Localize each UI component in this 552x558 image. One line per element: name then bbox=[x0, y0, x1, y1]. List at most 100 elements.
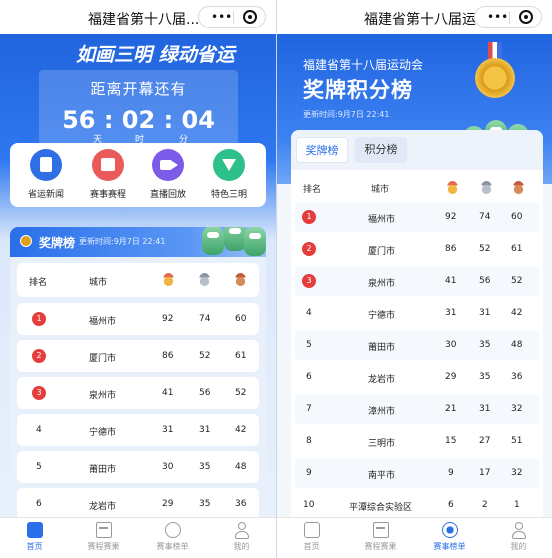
tab-home[interactable]: 首页 bbox=[277, 522, 346, 552]
city-name: 龙岩市 bbox=[89, 502, 117, 512]
tab-label: 我的 bbox=[233, 542, 250, 551]
mascot-image bbox=[202, 227, 224, 255]
gold-count: 86 bbox=[445, 244, 457, 254]
city-name: 宁德市 bbox=[368, 311, 396, 321]
medal-icon bbox=[164, 522, 181, 538]
update-time: 更新时间:9月7日 22:41 bbox=[303, 110, 390, 119]
tab-label: 我的 bbox=[510, 542, 527, 551]
tab-schedule[interactable]: 赛程赛果 bbox=[346, 522, 415, 552]
ranking-tabs: 奖牌榜 积分榜 bbox=[291, 130, 543, 170]
city-name: 福州市 bbox=[368, 215, 396, 225]
bronze-count: 42 bbox=[511, 308, 523, 318]
city-name: 南平市 bbox=[368, 471, 396, 481]
bronze-count: 48 bbox=[511, 340, 523, 350]
table-row[interactable]: 4 宁德市 31 31 42 bbox=[295, 298, 539, 328]
gold-count: 15 bbox=[445, 436, 457, 446]
col-city: 城市 bbox=[89, 278, 108, 288]
gem-icon bbox=[213, 149, 245, 181]
tab-schedule[interactable]: 赛程赛果 bbox=[69, 522, 138, 552]
table-row[interactable]: 9 南平市 9 17 32 bbox=[295, 458, 539, 488]
tab-home[interactable]: 首页 bbox=[0, 522, 69, 552]
shortcut-schedule[interactable]: 赛事赛程 bbox=[78, 149, 138, 200]
tab-points-table[interactable]: 积分榜 bbox=[355, 137, 407, 163]
table-row[interactable]: 6 龙岩市 29 35 36 bbox=[17, 488, 259, 520]
silver-count: 27 bbox=[479, 436, 491, 446]
shortcut-sanming[interactable]: 特色三明 bbox=[199, 149, 259, 200]
table-row[interactable]: 5 莆田市 30 35 48 bbox=[295, 330, 539, 360]
shortcut-label: 直播回放 bbox=[149, 190, 186, 200]
rank-badge: 3 bbox=[32, 386, 46, 400]
mascot-image bbox=[224, 227, 246, 251]
tab-rankings[interactable]: 赛事榜单 bbox=[138, 522, 207, 552]
tab-label: 赛事榜单 bbox=[433, 542, 466, 551]
silver-count: 31 bbox=[479, 308, 491, 318]
bronze-count: 32 bbox=[511, 404, 523, 414]
home-screen: 福建省第十八届... ••• 如画三明 绿动省运 距离开幕还有 56 : 02 … bbox=[0, 0, 276, 558]
table-row[interactable]: 1 福州市 92 74 60 bbox=[17, 303, 259, 335]
gold-count: 21 bbox=[445, 404, 457, 414]
ranking-card: 奖牌榜 积分榜 排名 城市 1 福州市 92 74 60 2 厦门市 86 52 61 3 泉州市 41… bbox=[291, 130, 543, 520]
table-row[interactable]: 4 宁德市 31 31 42 bbox=[17, 414, 259, 446]
rank-number: 4 bbox=[36, 425, 42, 435]
tab-rankings[interactable]: 赛事榜单 bbox=[415, 522, 484, 552]
city-name: 漳州市 bbox=[368, 407, 396, 417]
banner-subtitle: 福建省第十八届运动会 bbox=[303, 58, 424, 72]
rank-badge: 2 bbox=[302, 242, 316, 256]
gold-count: 30 bbox=[445, 340, 457, 350]
tab-medal-table[interactable]: 奖牌榜 bbox=[296, 137, 348, 163]
gold-count: 41 bbox=[445, 276, 457, 286]
table-row[interactable]: 2 厦门市 86 52 61 bbox=[17, 340, 259, 372]
tab-label: 赛程赛果 bbox=[87, 542, 120, 551]
city-name: 莆田市 bbox=[89, 465, 117, 475]
rank-badge: 3 bbox=[302, 274, 316, 288]
gold-count: 29 bbox=[162, 499, 174, 509]
city-name: 平潭综合实验区 bbox=[349, 503, 413, 513]
tab-label: 首页 bbox=[303, 542, 320, 551]
table-row[interactable]: 6 龙岩市 29 35 36 bbox=[295, 362, 539, 392]
shortcut-label: 省运新闻 bbox=[27, 190, 64, 200]
silver-count: 31 bbox=[479, 404, 491, 414]
gold-count: 31 bbox=[445, 308, 457, 318]
shortcut-label: 赛事赛程 bbox=[89, 190, 126, 200]
bronze-count: 42 bbox=[235, 425, 247, 435]
city-name: 泉州市 bbox=[89, 391, 117, 401]
medal-table-title: 奖牌榜 bbox=[39, 236, 76, 250]
rank-number: 5 bbox=[36, 462, 42, 472]
rank-number: 5 bbox=[306, 340, 312, 350]
table-row[interactable]: 5 莆田市 30 35 48 bbox=[17, 451, 259, 483]
rank-number: 6 bbox=[306, 372, 312, 382]
city-name: 宁德市 bbox=[89, 428, 117, 438]
countdown-separator: : bbox=[163, 106, 182, 134]
table-row[interactable]: 7 漳州市 21 31 32 bbox=[295, 394, 539, 424]
table-row[interactable]: 3 泉州市 41 56 52 bbox=[295, 266, 539, 296]
more-icon[interactable]: ••• bbox=[487, 10, 508, 24]
gold-count: 9 bbox=[448, 468, 454, 478]
tab-mine[interactable]: 我的 bbox=[484, 522, 552, 552]
countdown-digits: 56 : 02 : 04 bbox=[39, 106, 238, 134]
shortcut-news[interactable]: 省运新闻 bbox=[16, 149, 76, 200]
table-row[interactable]: 10 平潭综合实验区 6 2 1 bbox=[295, 490, 539, 520]
table-row[interactable]: 2 厦门市 86 52 61 bbox=[295, 234, 539, 264]
col-rank: 排名 bbox=[303, 185, 322, 195]
bronze-count: 36 bbox=[235, 499, 247, 509]
silver-count: 56 bbox=[199, 388, 211, 398]
silver-count: 31 bbox=[199, 425, 211, 435]
table-row[interactable]: 8 三明市 15 27 51 bbox=[295, 426, 539, 456]
bronze-count: 52 bbox=[511, 276, 523, 286]
nav-bar: 福建省第十八届运... ••• bbox=[277, 0, 552, 34]
table-row[interactable]: 3 泉州市 41 56 52 bbox=[17, 377, 259, 409]
countdown-minutes: 04 bbox=[181, 106, 215, 134]
city-name: 龙岩市 bbox=[368, 375, 396, 385]
table-row[interactable]: 1 福州市 92 74 60 bbox=[295, 202, 539, 232]
bronze-medal-icon bbox=[235, 273, 246, 286]
silver-count: 52 bbox=[199, 351, 211, 361]
gold-medal-icon bbox=[447, 181, 458, 194]
bronze-count: 48 bbox=[235, 462, 247, 472]
tab-mine[interactable]: 我的 bbox=[207, 522, 276, 552]
miniprogram-capsule: ••• bbox=[198, 6, 266, 28]
close-miniprogram-icon[interactable] bbox=[519, 10, 533, 24]
close-miniprogram-icon[interactable] bbox=[243, 10, 257, 24]
more-icon[interactable]: ••• bbox=[211, 10, 232, 24]
bronze-count: 36 bbox=[511, 372, 523, 382]
shortcut-replay[interactable]: 直播回放 bbox=[138, 149, 198, 200]
